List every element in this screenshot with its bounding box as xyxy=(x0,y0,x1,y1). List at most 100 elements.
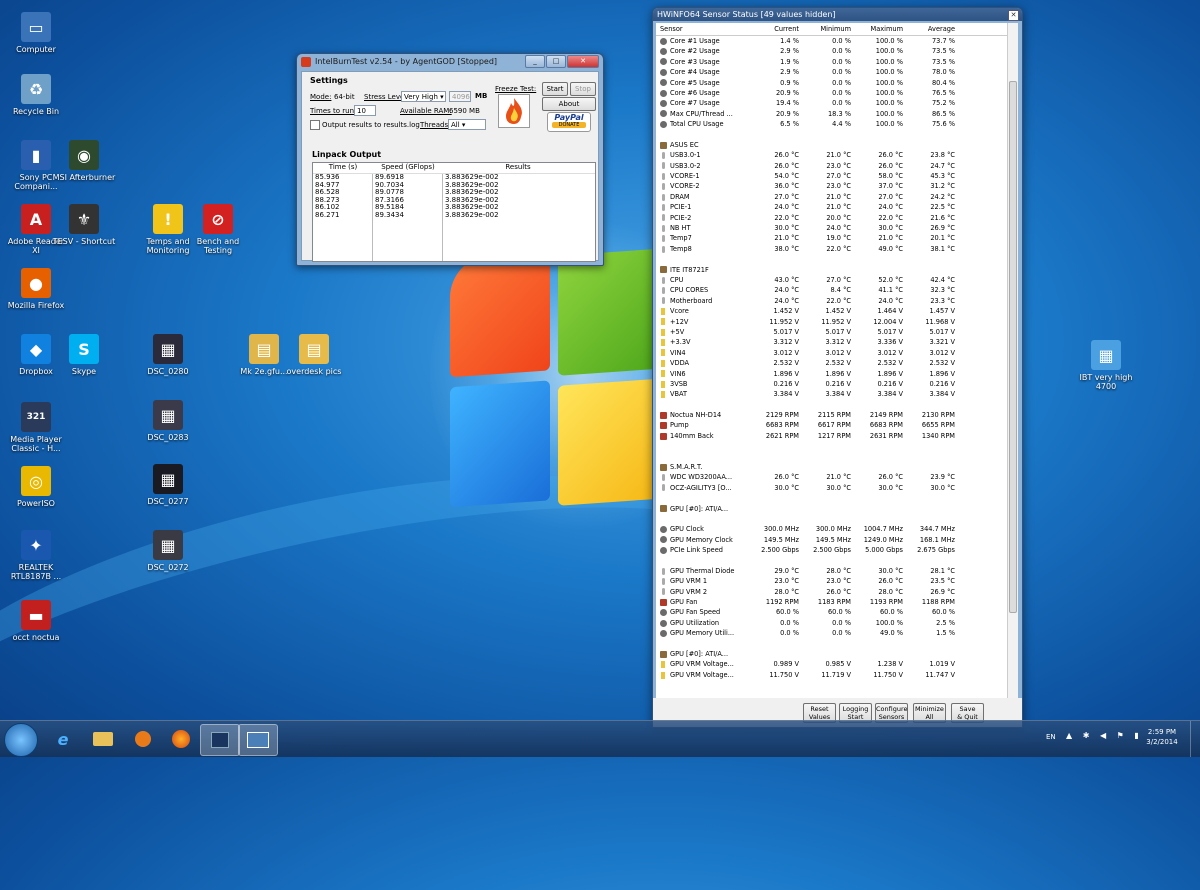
sensor-row[interactable]: Core #7 Usage 19.4 % 0.0 % 100.0 % 75.2 % xyxy=(656,98,1007,108)
sensor-row[interactable]: Motherboard 24.0 °C 22.0 °C 24.0 °C 23.3 °C xyxy=(656,296,1007,306)
tray-icons[interactable]: ▲ ✱ ◀ ⚑ ▮ xyxy=(1066,731,1143,740)
sensor-row[interactable]: USB3.0-2 26.0 °C 23.0 °C 26.0 °C 24.7 °C xyxy=(656,161,1007,171)
sensor-row[interactable]: VIN4 3.012 V 3.012 V 3.012 V 3.012 V xyxy=(656,348,1007,358)
minimize-button[interactable]: _ xyxy=(525,55,545,68)
sensor-row[interactable]: WDC WD3200AA... 26.0 °C 21.0 °C 26.0 °C 23.9… xyxy=(656,472,1007,482)
language-indicator[interactable]: EN xyxy=(1046,733,1056,741)
internet-explorer-icon[interactable]: e xyxy=(44,724,82,754)
desktop-icon[interactable]: ⊘ Bench and Testing xyxy=(186,204,250,255)
sensor-row[interactable]: OCZ-AGILITY3 [O... 30.0 °C 30.0 °C 30.0 °C 3… xyxy=(656,483,1007,493)
desktop-icon[interactable]: ◎ PowerISO xyxy=(4,466,68,508)
sensor-group-row[interactable]: GPU [#0]: ATI/A... xyxy=(656,504,1007,514)
col-current[interactable]: Current xyxy=(750,23,802,35)
sensor-row[interactable]: CPU 43.0 °C 27.0 °C 52.0 °C 42.4 °C xyxy=(656,275,1007,285)
sensor-group-row[interactable]: ASUS EC xyxy=(656,140,1007,150)
clock[interactable]: 2:59 PM 3/2/2014 xyxy=(1140,727,1184,747)
sensor-row[interactable]: GPU Thermal Diode 29.0 °C 28.0 °C 30.0 °C 28… xyxy=(656,566,1007,576)
col-minimum[interactable]: Minimum xyxy=(802,23,854,35)
desktop-icon[interactable]: ♻ Recycle Bin xyxy=(4,74,68,116)
sensor-row[interactable]: Core #4 Usage 2.9 % 0.0 % 100.0 % 78.0 % xyxy=(656,67,1007,77)
sensor-row[interactable]: 3VSB 0.216 V 0.216 V 0.216 V 0.216 V xyxy=(656,379,1007,389)
desktop-icon[interactable]: S Skype xyxy=(52,334,116,376)
sensor-row[interactable]: USB3.0-1 26.0 °C 21.0 °C 26.0 °C 23.8 °C xyxy=(656,150,1007,160)
sensor-row[interactable]: Total CPU Usage 6.5 % 4.4 % 100.0 % 75.6 % xyxy=(656,119,1007,129)
sensor-row[interactable]: 140mm Back 2621 RPM 1217 RPM 2631 RPM 1340 R… xyxy=(656,431,1007,441)
sensor-row[interactable]: +12V 11.952 V 11.952 V 12.004 V 11.968 V xyxy=(656,317,1007,327)
sensor-row[interactable]: Pump 6683 RPM 6617 RPM 6683 RPM 6655 RPM xyxy=(656,420,1007,430)
desktop-icon[interactable]: ◉ MSI Afterburner xyxy=(52,140,116,182)
sensor-group-row[interactable]: ITE IT8721F xyxy=(656,265,1007,275)
sensor-row[interactable]: GPU Fan Speed 60.0 % 60.0 % 60.0 % 60.0 % xyxy=(656,607,1007,617)
sensor-row[interactable]: Core #2 Usage 2.9 % 0.0 % 100.0 % 73.5 % xyxy=(656,46,1007,56)
sensor-row[interactable]: VBAT 3.384 V 3.384 V 3.384 V 3.384 V xyxy=(656,389,1007,399)
sensor-row[interactable]: DRAM 27.0 °C 21.0 °C 27.0 °C 24.2 °C xyxy=(656,192,1007,202)
paypal-donate-button[interactable]: PayPal DONATE xyxy=(547,112,591,132)
sensor-row[interactable]: Vcore 1.452 V 1.452 V 1.464 V 1.457 V xyxy=(656,306,1007,316)
start-button[interactable] xyxy=(4,723,38,757)
ibt-titlebar[interactable]: IntelBurnTest v2.54 - by AgentGOD [Stopp… xyxy=(297,54,603,70)
sensor-row[interactable]: GPU VRM 2 28.0 °C 26.0 °C 28.0 °C 26.9 °C xyxy=(656,587,1007,597)
sensor-row[interactable]: VIN6 1.896 V 1.896 V 1.896 V 1.896 V xyxy=(656,369,1007,379)
hwinfo-titlebar[interactable]: HWiNFO64 Sensor Status [49 values hidden… xyxy=(653,8,1022,21)
col-sensor[interactable]: Sensor xyxy=(656,23,750,35)
sensor-row[interactable]: Temp7 21.0 °C 19.0 °C 21.0 °C 20.1 °C xyxy=(656,233,1007,243)
sensor-row[interactable]: Core #6 Usage 20.9 % 0.0 % 100.0 % 76.5 % xyxy=(656,88,1007,98)
desktop-icon[interactable]: ▤ overdesk pics xyxy=(282,334,346,376)
maximize-button[interactable]: □ xyxy=(546,55,566,68)
desktop-icon[interactable]: ✦ REALTEK RTL8187B ... xyxy=(4,530,68,581)
sensor-row[interactable]: PCIE-2 22.0 °C 20.0 °C 22.0 °C 21.6 °C xyxy=(656,213,1007,223)
sensor-row[interactable]: GPU Clock 300.0 MHz 300.0 MHz 1004.7 MHz 344… xyxy=(656,524,1007,534)
sensor-row[interactable]: GPU VRM Voltage... 0.989 V 0.985 V 1.238 V 1… xyxy=(656,659,1007,669)
sensor-row[interactable]: Noctua NH-D14 2129 RPM 2115 RPM 2149 RPM 213… xyxy=(656,410,1007,420)
desktop-icon[interactable]: ▦ IBT very high 4700 xyxy=(1074,340,1138,391)
media-player-icon[interactable] xyxy=(124,724,162,754)
threads-select[interactable]: All ▾ xyxy=(448,119,486,130)
sensor-group-row[interactable]: GPU [#0]: ATI/A... xyxy=(656,649,1007,659)
sensor-row[interactable]: GPU Fan 1192 RPM 1183 RPM 1193 RPM 1188 RPM xyxy=(656,597,1007,607)
sensor-row[interactable]: +5V 5.017 V 5.017 V 5.017 V 5.017 V xyxy=(656,327,1007,337)
stop-button[interactable]: Stop xyxy=(570,82,596,96)
sensor-row[interactable]: VCORE-1 54.0 °C 27.0 °C 58.0 °C 45.3 °C xyxy=(656,171,1007,181)
desktop-icon[interactable]: ▦ DSC_0280 xyxy=(136,334,200,376)
desktop-icon[interactable]: ▦ DSC_0277 xyxy=(136,464,200,506)
flame-icon[interactable] xyxy=(498,94,530,128)
sensor-row[interactable]: PCIE-1 24.0 °C 21.0 °C 24.0 °C 22.5 °C xyxy=(656,202,1007,212)
sensor-row[interactable]: GPU VRM 1 23.0 °C 23.0 °C 26.0 °C 23.5 °C xyxy=(656,576,1007,586)
col-average[interactable]: Average xyxy=(906,23,958,35)
show-desktop-button[interactable] xyxy=(1190,721,1200,757)
sensor-row[interactable]: GPU Memory Utili... 0.0 % 0.0 % 49.0 % 1.5 % xyxy=(656,628,1007,638)
sensor-row[interactable]: Core #1 Usage 1.4 % 0.0 % 100.0 % 73.7 % xyxy=(656,36,1007,46)
about-button[interactable]: About xyxy=(542,97,596,111)
sensor-row[interactable]: Max CPU/Thread ... 20.9 % 18.3 % 100.0 % 86.… xyxy=(656,109,1007,119)
sensor-row[interactable]: CPU CORES 24.0 °C 8.4 °C 41.1 °C 32.3 °C xyxy=(656,285,1007,295)
sensor-row[interactable]: NB HT 30.0 °C 24.0 °C 30.0 °C 26.9 °C xyxy=(656,223,1007,233)
sensor-row[interactable]: VDDA 2.532 V 2.532 V 2.532 V 2.532 V xyxy=(656,358,1007,368)
sensor-row[interactable]: GPU Memory Clock 149.5 MHz 149.5 MHz 1249.0… xyxy=(656,535,1007,545)
sensor-row[interactable]: PCIe Link Speed 2.500 Gbps 2.500 Gbps 5.000… xyxy=(656,545,1007,555)
desktop-icon[interactable]: ▬ occt noctua xyxy=(4,600,68,642)
desktop-icon[interactable]: 321 Media Player Classic - H... xyxy=(4,402,68,453)
start-button[interactable]: Start xyxy=(542,82,568,96)
sensor-row[interactable]: GPU Utilization 0.0 % 0.0 % 100.0 % 2.5 % xyxy=(656,618,1007,628)
sensor-row[interactable]: Core #3 Usage 1.9 % 0.0 % 100.0 % 73.5 % xyxy=(656,57,1007,67)
intelburntest-taskbar-icon[interactable] xyxy=(238,724,278,756)
close-button[interactable]: ✕ xyxy=(567,55,599,68)
sensor-group-row[interactable]: S.M.A.R.T. xyxy=(656,462,1007,472)
sensor-row[interactable]: VCORE-2 36.0 °C 23.0 °C 37.0 °C 31.2 °C xyxy=(656,181,1007,191)
times-to-run-input[interactable]: 10 xyxy=(354,105,376,116)
vertical-scrollbar[interactable] xyxy=(1007,23,1018,698)
file-explorer-icon[interactable] xyxy=(84,724,122,754)
stress-level-select[interactable]: Very High ▾ xyxy=(401,91,446,102)
output-results-checkbox[interactable] xyxy=(310,120,320,130)
desktop-icon[interactable]: ⚜ TESV - Shortcut xyxy=(52,204,116,246)
col-maximum[interactable]: Maximum xyxy=(854,23,906,35)
mb-input[interactable]: 4096 xyxy=(449,91,471,102)
desktop-icon[interactable]: ▭ Computer xyxy=(4,12,68,54)
sensor-row[interactable]: Temp8 38.0 °C 22.0 °C 49.0 °C 38.1 °C xyxy=(656,244,1007,254)
firefox-icon[interactable] xyxy=(162,724,200,754)
desktop-icon[interactable]: ● Mozilla Firefox xyxy=(4,268,68,310)
sensor-row[interactable]: GPU VRM Voltage... 11.750 V 11.719 V 11.750… xyxy=(656,670,1007,680)
hwinfo-taskbar-icon[interactable] xyxy=(200,724,240,756)
desktop-icon[interactable]: ▦ DSC_0272 xyxy=(136,530,200,572)
close-button[interactable]: ✕ xyxy=(1008,10,1019,21)
